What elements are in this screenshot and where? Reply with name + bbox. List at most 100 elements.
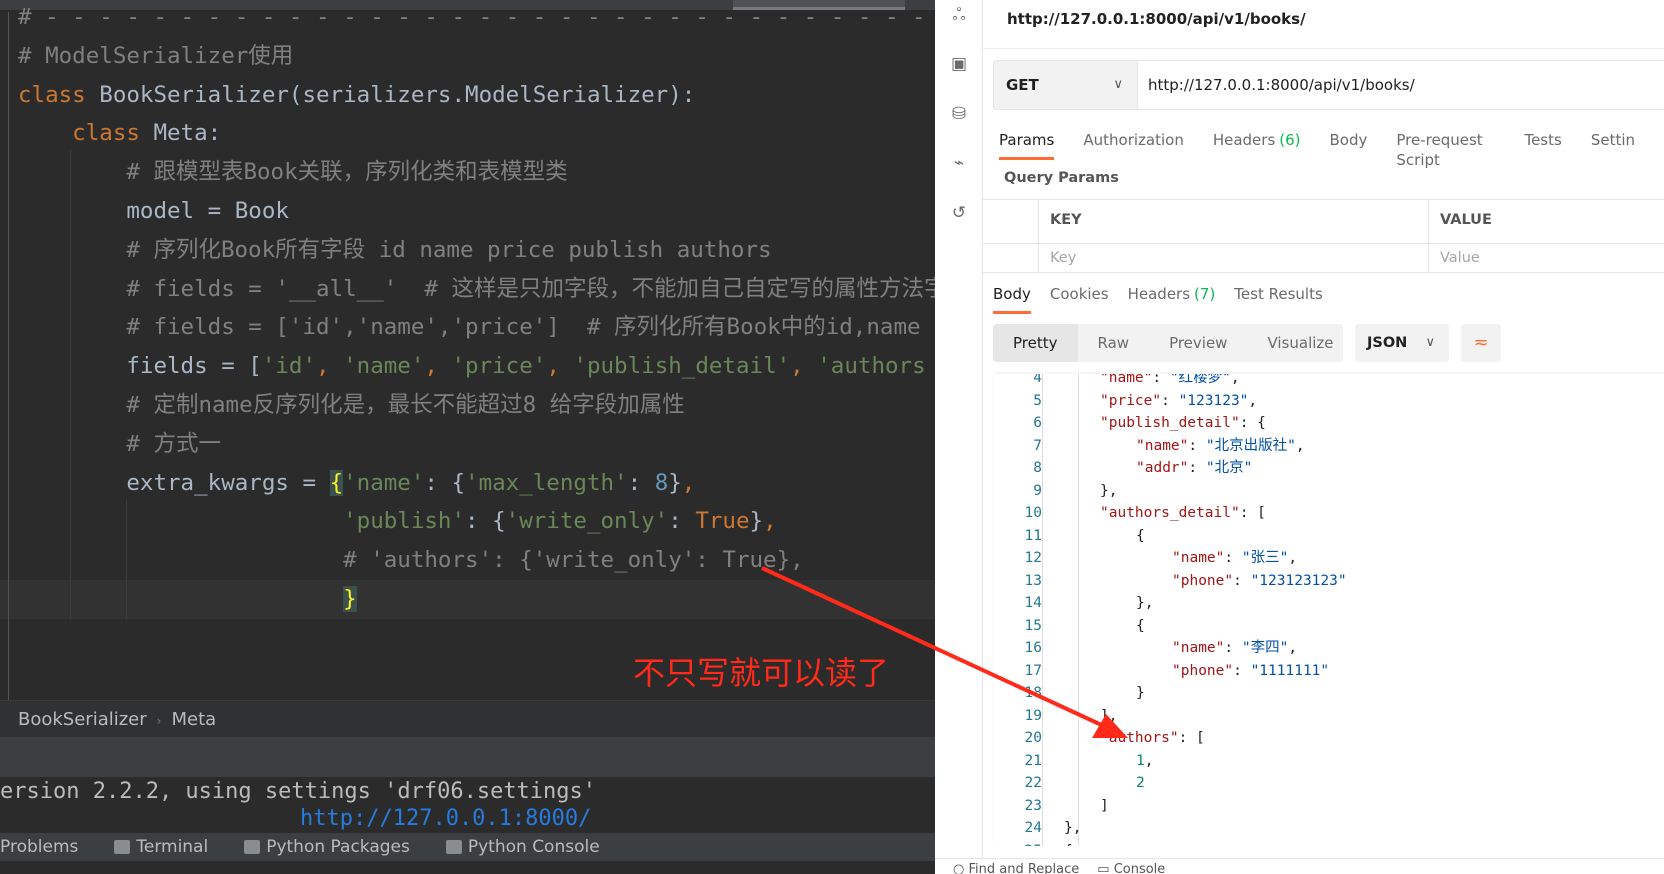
problems-label: Problems <box>0 837 79 857</box>
json-token: 1 <box>1136 752 1145 769</box>
format-select[interactable]: JSON ∨ <box>1355 324 1449 362</box>
json-token: "北京出版社" <box>1205 437 1296 454</box>
json-token: "name" <box>1100 374 1153 386</box>
tab-headers[interactable]: Headers (7) <box>1128 284 1216 314</box>
tab-test-results[interactable]: Test Results <box>1234 284 1322 314</box>
json-token: "北京" <box>1205 460 1253 476</box>
value-input[interactable]: Value <box>1440 250 1480 266</box>
json-line: 21 1, <box>993 750 1664 773</box>
apis-icon[interactable]: ஃ <box>949 5 969 25</box>
postman-panel: ஃ ▣ ⛁ ⌁ ↺ http://127.0.0.1:8000/api/v1/b… <box>935 0 1664 874</box>
code-token: True <box>695 508 750 535</box>
code-token: # 方式一 <box>18 430 221 457</box>
line-number: 12 <box>1024 550 1042 566</box>
code-token: : <box>668 508 696 535</box>
breadcrumb-item-meta[interactable]: Meta <box>171 709 216 730</box>
history-icon[interactable]: ↺ <box>949 203 969 223</box>
python-console-tool-button[interactable]: Python Console <box>445 837 600 857</box>
console-button[interactable]: ▭ Console <box>1097 859 1165 874</box>
line-number: 21 <box>1024 752 1042 769</box>
method-select[interactable]: GET ∨ <box>993 60 1138 110</box>
json-code: "authors_detail": [ <box>1100 502 1266 525</box>
code-token: # 序列化Book所有字段 id name price publish auth… <box>18 236 772 263</box>
python-icon <box>445 840 462 854</box>
json-line: 6 "publish_detail": { <box>993 412 1664 435</box>
line-number: 17 <box>1024 662 1042 679</box>
json-code: { <box>1136 615 1145 638</box>
tab-cookies[interactable]: Cookies <box>1050 284 1109 314</box>
tab-settin[interactable]: Settin <box>1591 130 1635 160</box>
json-line: 18} <box>993 682 1664 705</box>
tab-pre-request-script[interactable]: Pre-request Script <box>1396 130 1495 169</box>
json-token: { <box>1064 843 1073 847</box>
code-line: # ModelSerializer使用 <box>18 37 293 76</box>
line-number: 25 <box>993 840 1042 847</box>
json-token: "张三" <box>1241 550 1289 566</box>
json-token: : <box>1188 437 1206 454</box>
url-input[interactable]: http://127.0.0.1:8000/api/v1/books/ <box>1138 60 1664 110</box>
python-packages-label: Python Packages <box>266 837 410 857</box>
json-line: 4 "name": "红楼梦", <box>993 374 1664 390</box>
tab-authorization[interactable]: Authorization <box>1083 130 1183 160</box>
json-line: 22 2 <box>993 772 1664 795</box>
json-token: "authors" <box>1100 730 1179 746</box>
terminal-link[interactable]: http://127.0.0.1:8000/ <box>300 805 591 832</box>
json-line: 5 "price": "123123", <box>993 390 1664 413</box>
code-token: # <box>18 4 46 30</box>
key-input[interactable]: Key <box>1050 250 1076 266</box>
tab-body[interactable]: Body <box>993 284 1031 314</box>
json-token: "name" <box>1172 550 1225 566</box>
json-token: "publish_detail" <box>1100 415 1240 431</box>
pretty-button[interactable]: Pretty <box>993 324 1078 362</box>
json-line: 16 "name": "李四", <box>993 637 1664 660</box>
json-token: "phone" <box>1172 662 1234 679</box>
row-divider <box>983 243 1664 244</box>
visualize-button[interactable]: Visualize <box>1247 324 1353 362</box>
line-number: 20 <box>1024 730 1042 746</box>
preview-button[interactable]: Preview <box>1149 324 1247 362</box>
json-code: 2 <box>1136 772 1145 795</box>
raw-button[interactable]: Raw <box>1078 324 1150 362</box>
json-token: : <box>1224 640 1242 656</box>
json-token: , <box>1288 550 1298 566</box>
tab-tests[interactable]: Tests <box>1524 130 1561 160</box>
code-line: # 跟模型表Book关联，序列化类和表模型类 <box>18 153 567 192</box>
tab-body[interactable]: Body <box>1330 130 1368 160</box>
code-line: extra_kwargs = {'name': {'max_length': 8… <box>18 464 695 503</box>
find-replace-button[interactable]: ○ Find and Replace <box>953 859 1079 874</box>
tab-params[interactable]: Params <box>999 130 1055 160</box>
code-token: { <box>329 469 344 496</box>
code-line: # - - - - - - - - - - - - - - - - - - - … <box>18 0 935 37</box>
code-editor[interactable]: # - - - - - - - - - - - - - - - - - - - … <box>0 0 935 874</box>
json-token: : <box>1224 550 1242 566</box>
monitors-icon[interactable]: ⌁ <box>949 153 969 173</box>
problems-tool-button[interactable]: Problems <box>0 837 78 857</box>
python-packages-tool-button[interactable]: Python Packages <box>244 837 410 857</box>
wrap-lines-icon[interactable]: ≂ <box>1461 324 1501 362</box>
json-token: }, <box>1100 482 1118 499</box>
json-token: , <box>1288 640 1298 656</box>
environments-icon[interactable]: ▣ <box>949 54 969 74</box>
mock-servers-icon[interactable]: ⛁ <box>949 104 969 124</box>
code-token: # fields = '__all__' # 这样是只加字段，不能加自己自定写的… <box>18 275 935 302</box>
response-body[interactable]: 4 "name": "红楼梦", 5 "price": "123123", 6 "publ… <box>993 374 1664 846</box>
json-token: : [ <box>1178 730 1205 746</box>
json-code: ], <box>1100 705 1117 728</box>
code-token: class <box>18 81 100 108</box>
json-token: "红楼梦" <box>1169 374 1231 386</box>
terminal-output[interactable]: ersion 2.2.2, using settings 'drf06.sett… <box>0 777 935 833</box>
code-token: - - - - - - - - - - - - - - - - - - - - … <box>45 4 935 30</box>
code-token: # fields = ['id','name','price'] # 序列化所有… <box>18 314 921 341</box>
request-title[interactable]: http://127.0.0.1:8000/api/v1/books/ <box>1007 8 1306 30</box>
breadcrumb-item-class[interactable]: BookSerializer <box>18 709 147 730</box>
json-line: 17 "phone": "1111111" <box>993 660 1664 683</box>
code-line: } <box>18 580 357 619</box>
tab-headers[interactable]: Headers (6) <box>1213 130 1301 160</box>
terminal-tool-button[interactable]: Terminal <box>114 837 208 857</box>
code-token: , <box>546 353 574 380</box>
json-token: , <box>1230 374 1240 386</box>
code-token: extra_kwargs = <box>18 469 330 496</box>
code-token: } <box>749 508 764 535</box>
json-token: "李四" <box>1241 640 1289 656</box>
